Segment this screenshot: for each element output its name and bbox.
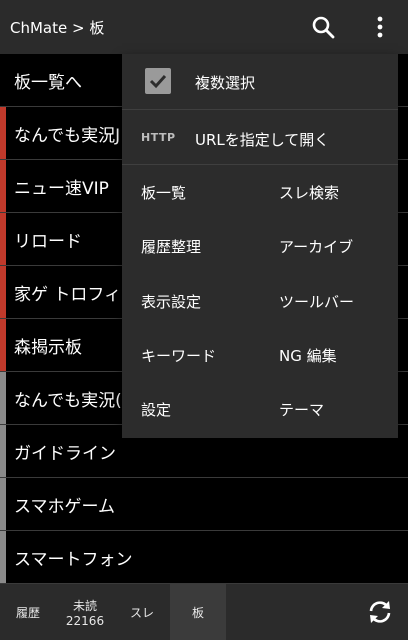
list-item-label: リロード <box>14 231 82 252</box>
app-title: ChMate > 板 <box>10 18 105 37</box>
list-item-label: 家ゲ トロフィー <box>14 284 139 305</box>
menu-divider <box>122 164 398 165</box>
menu-grid-item[interactable]: 板一覧 <box>141 182 186 203</box>
overflow-menu: 複数選択 HTTP URLを指定して開く 板一覧 スレ検索履歴整理 アーカイブ表示設… <box>122 54 398 438</box>
list-item-accent <box>0 478 6 530</box>
menu-grid-item[interactable]: テーマ <box>279 399 324 420</box>
tab-threads-label: スレ <box>129 605 154 620</box>
list-item[interactable]: スマホゲーム <box>0 478 408 531</box>
menu-grid-item[interactable]: NG 編集 <box>279 345 337 366</box>
menu-item-multi-select[interactable]: 複数選択 <box>122 54 398 108</box>
tab-history[interactable]: 履歴 <box>0 584 56 640</box>
menu-grid-item[interactable]: 設定 <box>141 399 171 420</box>
app-bar: ChMate > 板 <box>0 0 408 54</box>
tab-history-label: 履歴 <box>15 605 40 620</box>
list-item-accent <box>0 266 6 318</box>
menu-grid-item[interactable]: 履歴整理 <box>141 236 201 257</box>
more-vert-icon[interactable] <box>366 13 394 41</box>
list-item-label: 板一覧へ <box>14 72 82 93</box>
list-item-label: ニュー速VIP <box>14 178 109 199</box>
refresh-icon[interactable] <box>366 598 394 626</box>
menu-item-open-url[interactable]: HTTP URLを指定して開く <box>122 110 398 164</box>
tab-boards[interactable]: 板 <box>170 584 226 640</box>
list-item-accent <box>0 425 6 477</box>
list-item-label: ガイドライン <box>14 443 116 464</box>
http-badge: HTTP <box>141 131 176 144</box>
menu-grid-item[interactable]: 表示設定 <box>141 291 201 312</box>
list-item-label: 森揭示板 <box>14 337 82 358</box>
list-item-accent <box>0 372 6 424</box>
unread-count: 22166 <box>65 613 105 628</box>
tab-unread[interactable]: 未読 22166 <box>56 584 114 640</box>
search-icon[interactable] <box>309 13 337 41</box>
list-item-label: なんでも実況(ｼ <box>14 390 131 411</box>
list-item-accent <box>0 54 6 106</box>
list-item-label: スマホゲーム <box>14 496 115 517</box>
open-url-label: URLを指定して開く <box>195 131 330 149</box>
list-item-accent <box>0 160 6 212</box>
list-item-label: なんでも実況J <box>14 125 121 146</box>
list-item[interactable]: スマートフォン <box>0 531 408 584</box>
menu-grid-item[interactable]: キーワード <box>141 345 216 366</box>
menu-grid-item[interactable]: アーカイブ <box>279 236 353 257</box>
tab-threads[interactable]: スレ <box>114 584 170 640</box>
menu-grid-item[interactable]: ツールバー <box>279 291 354 312</box>
menu-grid-item[interactable]: スレ検索 <box>279 182 339 203</box>
list-item-accent <box>0 107 6 159</box>
multi-select-label: 複数選択 <box>195 74 256 92</box>
list-item-accent <box>0 213 6 265</box>
tab-unread-label: 未読 <box>72 598 97 613</box>
check-icon <box>145 68 171 94</box>
list-item-accent <box>0 531 6 583</box>
list-item-accent <box>0 319 6 371</box>
tab-boards-label: 板 <box>191 605 204 620</box>
list-item-label: スマートフォン <box>14 549 133 570</box>
